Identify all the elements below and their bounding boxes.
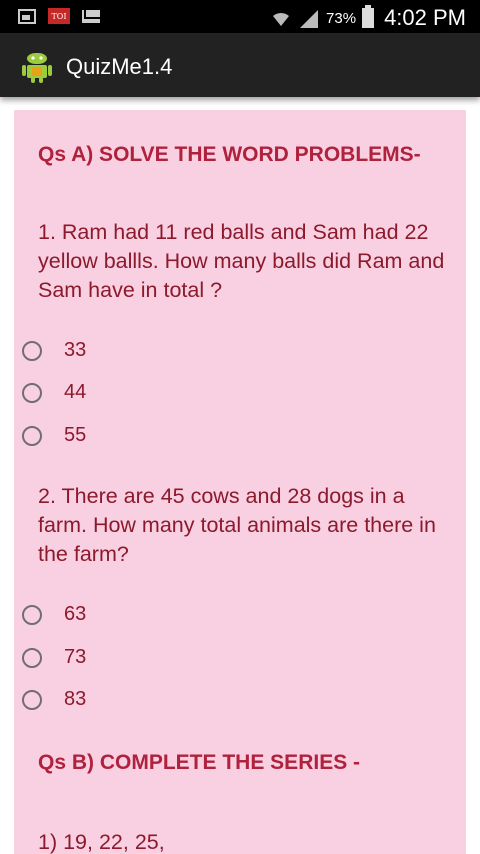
series-question-1: 1) 19, 22, 25, (38, 830, 165, 854)
section-a-title: Qs A) SOLVE THE WORD PROBLEMS- (38, 143, 421, 166)
mail-icon (82, 9, 102, 23)
option-q2-63[interactable]: 63 (22, 603, 86, 626)
question-1-text: 1. Ram had 11 red balls and Sam had 22 y… (38, 220, 445, 302)
quiz-content[interactable]: Qs A) SOLVE THE WORD PROBLEMS- 1. Ram ha… (14, 110, 466, 854)
toi-icon: TOI (48, 8, 70, 24)
radio-button[interactable] (22, 689, 42, 710)
app-title: QuizMe1.4 (66, 54, 173, 79)
android-icon (22, 53, 52, 83)
option-label: 55 (64, 424, 87, 446)
action-bar: QuizMe1.4 (0, 33, 480, 97)
radio-button[interactable] (22, 647, 42, 668)
battery-percent: 73% (326, 9, 357, 27)
option-label: 63 (64, 603, 87, 625)
radio-button[interactable] (22, 340, 42, 361)
option-q2-83[interactable]: 83 (22, 688, 86, 711)
option-q1-55[interactable]: 55 (22, 424, 86, 447)
status-bar: TOI 73% 4:02 PM (0, 0, 480, 33)
option-label: 33 (64, 339, 87, 361)
radio-button[interactable] (22, 382, 42, 403)
wifi-icon (273, 12, 290, 26)
clock: 4:02 PM (384, 5, 466, 30)
radio-button[interactable] (22, 604, 42, 625)
option-label: 83 (64, 688, 87, 710)
section-b-title: Qs B) COMPLETE THE SERIES - (38, 751, 361, 774)
battery-icon (362, 5, 375, 28)
question-2-text: 2. There are 45 cows and 28 dogs in a fa… (38, 484, 436, 566)
option-label: 44 (64, 381, 87, 403)
option-q1-33[interactable]: 33 (22, 339, 86, 362)
signal-icon (300, 10, 319, 28)
option-label: 73 (64, 646, 87, 668)
option-q2-73[interactable]: 73 (22, 646, 86, 669)
radio-button[interactable] (22, 425, 42, 446)
option-q1-44[interactable]: 44 (22, 381, 86, 404)
image-icon (18, 8, 36, 24)
